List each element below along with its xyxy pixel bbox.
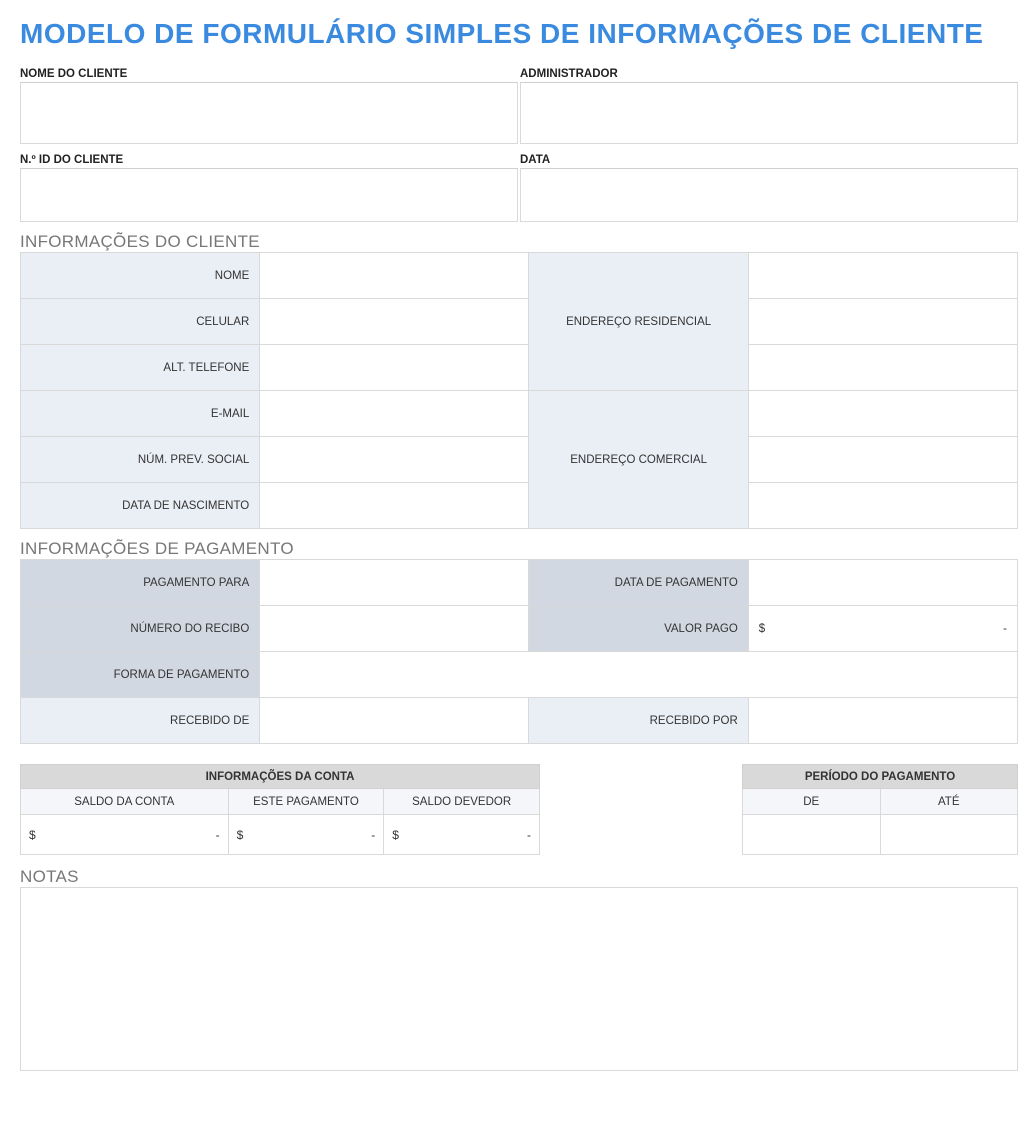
balance-due-label: SALDO DEVEDOR xyxy=(384,789,540,815)
this-pay-value: - xyxy=(371,828,375,842)
balance-currency: $ xyxy=(29,828,36,842)
nome-label: NOME xyxy=(21,253,260,299)
received-by-label: RECEBIDO POR xyxy=(529,698,748,744)
pay-period-heading: PERÍODO DO PAGAMENTO xyxy=(743,765,1018,789)
celular-field[interactable] xyxy=(260,299,529,345)
home-address-line2[interactable] xyxy=(748,299,1017,345)
celular-label: CELULAR xyxy=(21,299,260,345)
amount-value: - xyxy=(1003,623,1007,635)
work-address-label: ENDEREÇO COMERCIAL xyxy=(529,391,748,529)
dob-label: DATA DE NASCIMENTO xyxy=(21,483,260,529)
home-address-line3[interactable] xyxy=(748,345,1017,391)
received-from-label: RECEBIDO DE xyxy=(21,698,260,744)
nome-field[interactable] xyxy=(260,253,529,299)
period-from-label: DE xyxy=(743,789,881,815)
this-payment-label: ESTE PAGAMENTO xyxy=(228,789,384,815)
pay-to-label: PAGAMENTO PARA xyxy=(21,560,260,606)
ssn-field[interactable] xyxy=(260,437,529,483)
email-label: E-MAIL xyxy=(21,391,260,437)
due-value: - xyxy=(527,828,531,842)
ssn-label: NÚM. PREV. SOCIAL xyxy=(21,437,260,483)
received-from-field[interactable] xyxy=(260,698,529,744)
alt-phone-label: ALT. TELEFONE xyxy=(21,345,260,391)
date-label: DATA xyxy=(520,150,1018,168)
work-address-line2[interactable] xyxy=(748,437,1017,483)
email-field[interactable] xyxy=(260,391,529,437)
client-info-table: NOME ENDEREÇO RESIDENCIAL CELULAR ALT. T… xyxy=(20,252,1018,529)
this-pay-currency: $ xyxy=(237,828,244,842)
pay-method-field[interactable] xyxy=(260,652,1018,698)
amount-paid-field[interactable]: $ - xyxy=(748,606,1017,652)
admin-label: ADMINISTRADOR xyxy=(520,64,1018,82)
payment-info-table: PAGAMENTO PARA DATA DE PAGAMENTO NÚMERO … xyxy=(20,559,1018,744)
account-info-heading: INFORMAÇÕES DA CONTA xyxy=(21,765,540,789)
this-payment-field[interactable]: $ - xyxy=(228,815,384,855)
dob-field[interactable] xyxy=(260,483,529,529)
pay-to-field[interactable] xyxy=(260,560,529,606)
account-info-table: INFORMAÇÕES DA CONTA SALDO DA CONTA ESTE… xyxy=(20,764,540,855)
pay-period-table: PERÍODO DO PAGAMENTO DE ATÉ xyxy=(742,764,1018,855)
receipt-no-field[interactable] xyxy=(260,606,529,652)
pay-date-label: DATA DE PAGAMENTO xyxy=(529,560,748,606)
home-address-line1[interactable] xyxy=(748,253,1017,299)
period-to-label: ATÉ xyxy=(880,789,1018,815)
pay-date-field[interactable] xyxy=(748,560,1017,606)
work-address-line3[interactable] xyxy=(748,483,1017,529)
alt-phone-field[interactable] xyxy=(260,345,529,391)
client-name-label: NOME DO CLIENTE xyxy=(20,64,518,82)
amount-paid-label: VALOR PAGO xyxy=(529,606,748,652)
pay-method-label: FORMA DE PAGAMENTO xyxy=(21,652,260,698)
receipt-no-label: NÚMERO DO RECIBO xyxy=(21,606,260,652)
amount-currency: $ xyxy=(759,623,765,635)
period-to-field[interactable] xyxy=(880,815,1018,855)
account-balance-field[interactable]: $ - xyxy=(21,815,229,855)
client-id-label: N.º ID DO CLIENTE xyxy=(20,150,518,168)
client-info-heading: INFORMAÇÕES DO CLIENTE xyxy=(20,232,1018,252)
client-id-field[interactable] xyxy=(20,168,518,222)
account-balance-label: SALDO DA CONTA xyxy=(21,789,229,815)
period-from-field[interactable] xyxy=(743,815,881,855)
home-address-label: ENDEREÇO RESIDENCIAL xyxy=(529,253,748,391)
form-title: MODELO DE FORMULÁRIO SIMPLES DE INFORMAÇ… xyxy=(20,18,1018,50)
notes-heading: NOTAS xyxy=(20,867,1018,887)
client-name-field[interactable] xyxy=(20,82,518,144)
admin-field[interactable] xyxy=(520,82,1018,144)
received-by-field[interactable] xyxy=(748,698,1017,744)
balance-due-field[interactable]: $ - xyxy=(384,815,540,855)
date-field[interactable] xyxy=(520,168,1018,222)
due-currency: $ xyxy=(392,828,399,842)
balance-value: - xyxy=(216,828,220,842)
payment-info-heading: INFORMAÇÕES DE PAGAMENTO xyxy=(20,539,1018,559)
work-address-line1[interactable] xyxy=(748,391,1017,437)
notes-field[interactable] xyxy=(20,887,1018,1071)
